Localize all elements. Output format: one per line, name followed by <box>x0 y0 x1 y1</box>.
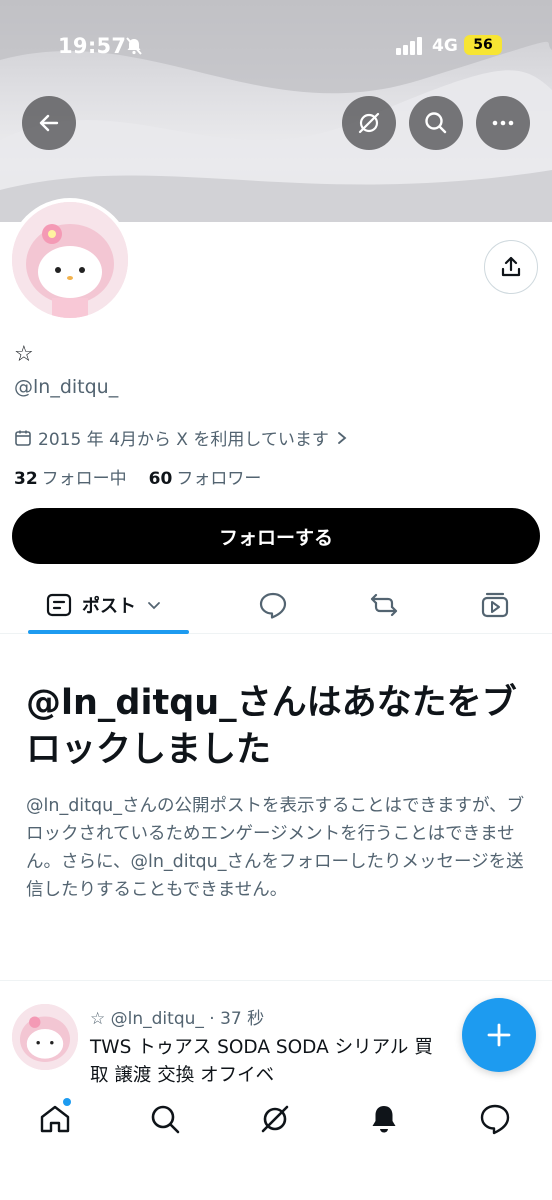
following-link[interactable]: 32 フォロー中 <box>14 464 127 489</box>
compose-button[interactable] <box>462 998 536 1072</box>
grok-icon <box>358 112 380 134</box>
repost-icon[interactable] <box>369 590 399 620</box>
followers-link[interactable]: 60 フォロワー <box>149 464 262 489</box>
post-avatar[interactable] <box>12 1004 78 1070</box>
bell-muted-icon <box>126 37 142 55</box>
search-icon <box>425 112 447 134</box>
battery-level: 56 <box>464 35 502 55</box>
chevron-down-icon <box>148 602 160 610</box>
joined-text: 2015 年 4月から X を利用しています <box>38 430 329 450</box>
signal-icon <box>396 37 422 55</box>
share-icon <box>501 256 521 277</box>
blocked-description: @ln_ditqu_さんの公開ポストを表示することはできますが、ブロックされてい… <box>26 796 525 900</box>
joined-date[interactable]: 2015 年 4月から X を利用しています <box>14 425 349 450</box>
grok-button[interactable] <box>342 96 396 150</box>
following-count: 32 <box>14 469 38 489</box>
profile-tabs: ポスト <box>0 574 552 634</box>
tab-posts-label: ポスト <box>82 596 136 617</box>
more-button[interactable] <box>476 96 530 150</box>
profile-handle: @ln_ditqu_ <box>14 376 119 398</box>
active-tab-indicator <box>28 630 189 634</box>
chevron-right-icon <box>337 431 347 444</box>
more-horizontal-icon <box>492 120 514 126</box>
follow-button[interactable]: フォローする <box>12 508 540 564</box>
tab-posts[interactable]: ポスト <box>46 592 162 618</box>
divider <box>0 980 552 981</box>
share-button[interactable] <box>484 240 538 294</box>
calendar-icon <box>15 430 31 446</box>
post-text[interactable]: TWS トゥアス SODA SODA シリアル 買取 譲渡 交換 オフイベ <box>90 1034 450 1090</box>
network-type: 4G <box>432 36 458 56</box>
status-bar: 19:57 4G 56 <box>0 0 552 90</box>
display-name: ☆ <box>14 342 34 367</box>
search-icon[interactable] <box>148 1102 182 1136</box>
post-author: ☆ @ln_ditqu_ · 37 秒 <box>90 1009 265 1029</box>
messages-icon[interactable] <box>478 1102 512 1136</box>
home-icon[interactable] <box>38 1102 72 1136</box>
plus-icon <box>487 1023 511 1047</box>
back-button[interactable] <box>22 96 76 150</box>
home-notification-dot <box>63 1098 71 1106</box>
avatar-image <box>12 202 128 318</box>
media-icon[interactable] <box>480 590 510 620</box>
reply-icon[interactable] <box>258 590 288 620</box>
follow-stats: 32 フォロー中 60 フォロワー <box>14 464 261 489</box>
arrow-left-icon <box>39 114 59 132</box>
profile-avatar[interactable] <box>8 198 132 322</box>
followers-label: フォロワー <box>176 469 262 489</box>
search-button[interactable] <box>409 96 463 150</box>
grok-icon[interactable] <box>258 1102 292 1136</box>
followers-count: 60 <box>148 469 173 489</box>
bottom-navigation <box>0 1088 552 1200</box>
following-label: フォロー中 <box>41 469 127 489</box>
status-time: 19:57 <box>58 34 127 58</box>
blocked-title: @ln_ditqu_さんはあなたをブロックしました <box>26 683 517 770</box>
notifications-icon[interactable] <box>367 1102 401 1136</box>
posts-icon <box>46 593 72 617</box>
avatar-image <box>12 1004 78 1070</box>
